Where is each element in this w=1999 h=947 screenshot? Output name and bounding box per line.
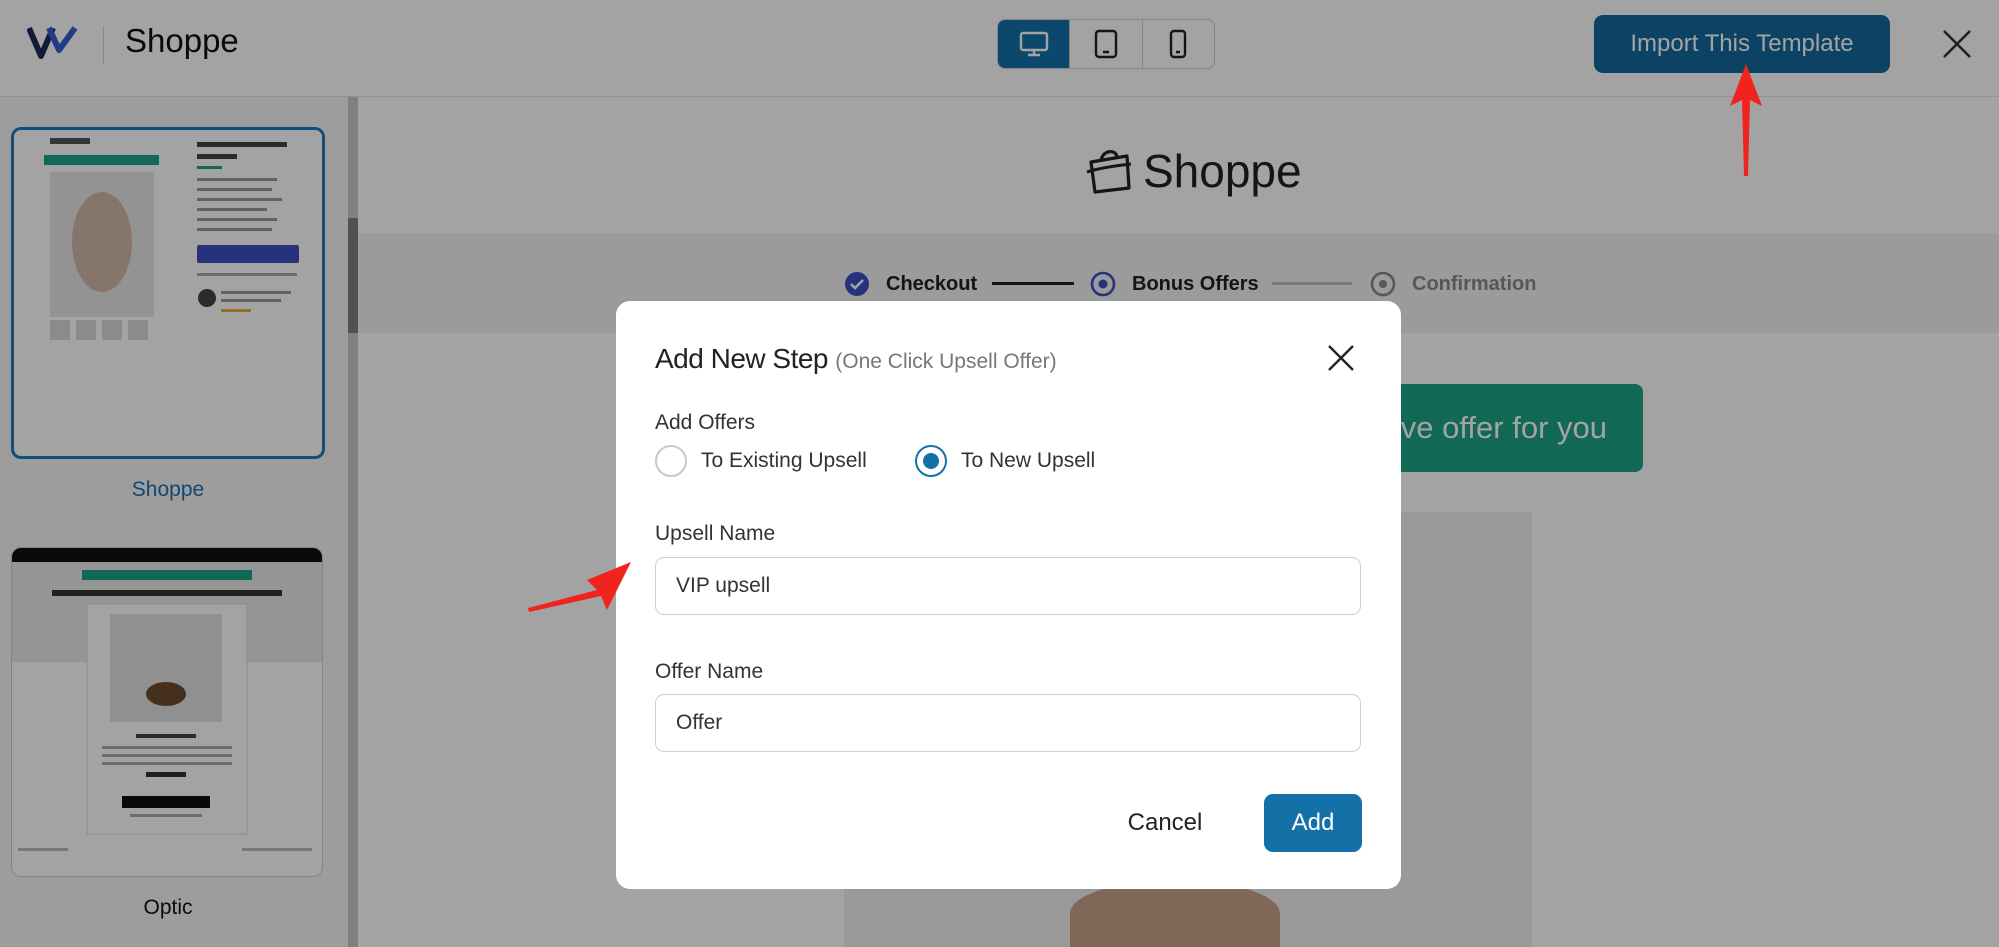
offer-name-input[interactable] [655,694,1361,752]
close-icon[interactable] [1327,344,1355,372]
upsell-name-label: Upsell Name [655,522,776,545]
annotation-arrow-up [1730,64,1762,176]
modal-title-text: Add New Step [655,343,829,374]
radio-existing-label[interactable]: To Existing Upsell [701,449,867,473]
radio-button[interactable] [655,445,687,477]
add-button[interactable]: Add [1264,794,1362,852]
upsell-name-input[interactable] [655,557,1361,615]
offer-name-label: Offer Name [655,660,764,683]
radio-button-selected[interactable] [915,445,947,477]
modal-title: Add New Step (One Click Upsell Offer) [655,343,1057,375]
radio-new-upsell[interactable]: To New Upsell [915,445,1095,477]
radio-dot [923,453,939,469]
annotation-arrow-right [528,562,631,612]
add-offers-label: Add Offers [655,411,755,434]
radio-existing-upsell[interactable]: To Existing Upsell [655,445,867,477]
cancel-button[interactable]: Cancel [1116,794,1214,852]
add-step-modal: Add New Step (One Click Upsell Offer) Ad… [616,301,1401,889]
modal-subtitle: (One Click Upsell Offer) [835,350,1057,373]
radio-new-label[interactable]: To New Upsell [961,449,1095,473]
